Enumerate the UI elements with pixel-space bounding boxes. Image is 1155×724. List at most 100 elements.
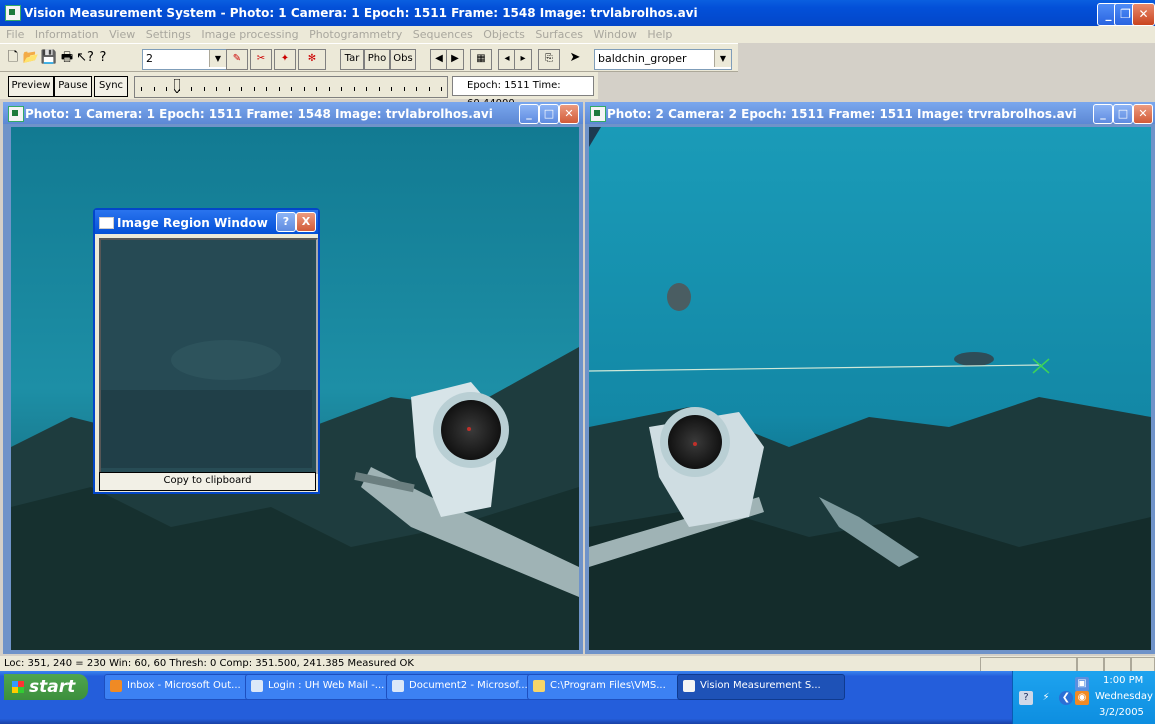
menu-settings[interactable]: Settings bbox=[146, 28, 191, 41]
grid-icon[interactable]: ▦ bbox=[470, 49, 492, 70]
close-button[interactable]: ✕ bbox=[1132, 3, 1155, 26]
taskbar: start Inbox - Microsoft Out... Login : U… bbox=[0, 671, 1155, 724]
task-label: Login : UH Web Mail -... bbox=[268, 680, 385, 691]
slider-tick bbox=[153, 87, 155, 91]
clock-date[interactable]: 3/2/2005 bbox=[1099, 707, 1144, 718]
image-region-window[interactable]: Image Region Window ? X Copy to clipboar… bbox=[93, 208, 320, 494]
measure-tool-icon[interactable]: ✂ bbox=[250, 49, 272, 70]
target-tool-icon[interactable]: ✎ bbox=[226, 49, 248, 70]
status-bar: Loc: 351, 240 = 230 Win: 60, 60 Thresh: … bbox=[0, 656, 1155, 672]
slider-tick bbox=[203, 87, 205, 91]
slider-tick bbox=[228, 87, 230, 91]
browser-icon bbox=[251, 680, 263, 692]
menu-view[interactable]: View bbox=[109, 28, 135, 41]
minimize-button[interactable]: _ bbox=[1093, 104, 1113, 124]
point-tool-icon[interactable]: ✦ bbox=[274, 49, 296, 70]
photo-1-title: Photo: 1 Camera: 1 Epoch: 1511 Frame: 15… bbox=[25, 107, 493, 121]
toolbar: 🗋 📂 💾 🖶 ↖? ? 2 ▼ ✎ ✂ ✦ ✻ Tar Pho Obs ◀ ▶… bbox=[0, 43, 738, 72]
task-label: C:\Program Files\VMS... bbox=[550, 680, 666, 691]
menu-sequences[interactable]: Sequences bbox=[413, 28, 473, 41]
save-icon[interactable]: 💾 bbox=[40, 49, 58, 67]
help-button[interactable]: ? bbox=[276, 212, 296, 232]
menu-help[interactable]: Help bbox=[647, 28, 672, 41]
outlook-tray-icon[interactable]: ◉ bbox=[1075, 691, 1089, 705]
outlook-icon bbox=[110, 680, 122, 692]
slider-tick bbox=[378, 87, 380, 91]
slider-tick bbox=[266, 87, 267, 91]
slider-tick bbox=[291, 87, 292, 91]
photo-2-title: Photo: 2 Camera: 2 Epoch: 1511 Frame: 15… bbox=[607, 107, 1077, 121]
multi-point-tool-icon[interactable]: ✻ bbox=[298, 49, 326, 70]
expand-tray-icon[interactable]: ❮ bbox=[1059, 691, 1073, 705]
clock-time[interactable]: 1:00 PM bbox=[1103, 675, 1143, 686]
tar-button[interactable]: Tar bbox=[340, 49, 364, 70]
close-button[interactable]: ✕ bbox=[1133, 104, 1153, 124]
taskbar-item-vms[interactable]: Vision Measurement S... bbox=[677, 674, 845, 700]
region-window-title-bar[interactable]: Image Region Window ? X bbox=[95, 210, 318, 234]
preview-button[interactable]: Preview bbox=[8, 76, 54, 97]
pause-button[interactable]: Pause bbox=[54, 76, 92, 97]
slider-tick bbox=[366, 87, 367, 91]
menu-window[interactable]: Window bbox=[593, 28, 636, 41]
context-help-icon[interactable]: ↖? bbox=[76, 49, 94, 67]
close-button[interactable]: ✕ bbox=[559, 104, 579, 124]
chevron-down-icon[interactable]: ▼ bbox=[209, 50, 226, 67]
obs-button[interactable]: Obs bbox=[390, 49, 416, 70]
print-icon[interactable]: 🖶 bbox=[58, 49, 76, 67]
network-icon[interactable]: ⚡ bbox=[1039, 691, 1053, 705]
camera-select[interactable]: 2 ▼ bbox=[142, 49, 227, 70]
taskbar-item-word[interactable]: Document2 - Microsof... bbox=[386, 674, 546, 700]
pho-button[interactable]: Pho bbox=[364, 49, 390, 70]
epoch-slider[interactable] bbox=[134, 76, 448, 98]
menu-image-processing[interactable]: Image processing bbox=[201, 28, 298, 41]
copy-to-clipboard-button[interactable]: Copy to clipboard bbox=[99, 472, 316, 491]
slider-tick bbox=[328, 87, 330, 91]
slider-tick bbox=[353, 87, 355, 91]
start-button[interactable]: start bbox=[4, 674, 88, 700]
close-button[interactable]: X bbox=[296, 212, 316, 232]
copy-icon[interactable]: ⎘ bbox=[538, 49, 560, 70]
sync-button[interactable]: Sync bbox=[94, 76, 128, 97]
menu-photogrammetry[interactable]: Photogrammetry bbox=[309, 28, 402, 41]
app-title-bar[interactable]: Vision Measurement System - Photo: 1 Cam… bbox=[0, 0, 1155, 26]
monitor-icon[interactable]: ▣ bbox=[1075, 677, 1089, 691]
maximize-button[interactable]: □ bbox=[539, 104, 559, 124]
minimize-button[interactable]: _ bbox=[519, 104, 539, 124]
app-icon[interactable] bbox=[5, 5, 21, 21]
slider-thumb[interactable] bbox=[173, 78, 181, 94]
slider-tick bbox=[403, 87, 405, 91]
slider-tick bbox=[441, 87, 442, 91]
slider-tick bbox=[141, 87, 142, 91]
status-panel bbox=[1131, 657, 1155, 672]
new-file-icon[interactable]: 🗋 bbox=[4, 49, 22, 67]
photo-1-title-bar[interactable]: Photo: 1 Camera: 1 Epoch: 1511 Frame: 15… bbox=[3, 102, 583, 124]
taskbar-item-webmail[interactable]: Login : UH Web Mail -... bbox=[245, 674, 405, 700]
photo-2-title-bar[interactable]: Photo: 2 Camera: 2 Epoch: 1511 Frame: 15… bbox=[585, 102, 1155, 124]
photo-2-window[interactable]: Photo: 2 Camera: 2 Epoch: 1511 Frame: 15… bbox=[585, 102, 1155, 654]
maximize-button[interactable]: □ bbox=[1113, 104, 1133, 124]
chevron-down-icon[interactable]: ▼ bbox=[714, 50, 731, 67]
window-icon bbox=[99, 217, 114, 229]
task-label: Vision Measurement S... bbox=[700, 680, 821, 691]
clock-day[interactable]: Wednesday bbox=[1095, 691, 1153, 702]
help-icon[interactable]: ? bbox=[1019, 691, 1033, 705]
slider-tick bbox=[316, 87, 317, 91]
taskbar-item-outlook[interactable]: Inbox - Microsoft Out... bbox=[104, 674, 264, 700]
app-title: Vision Measurement System - Photo: 1 Cam… bbox=[24, 6, 698, 20]
menu-objects[interactable]: Objects bbox=[483, 28, 525, 41]
species-select[interactable]: baldchin_groper ▼ bbox=[594, 49, 732, 70]
open-folder-icon[interactable]: 📂 bbox=[22, 49, 40, 67]
taskbar-item-folder[interactable]: C:\Program Files\VMS... bbox=[527, 674, 687, 700]
cursor-icon[interactable]: ➤ bbox=[566, 49, 584, 67]
slider-tick bbox=[166, 87, 167, 91]
start-label: start bbox=[29, 677, 76, 697]
step-forward-icon[interactable]: ▸ bbox=[514, 49, 532, 70]
slider-tick bbox=[303, 87, 305, 91]
photo-2-image[interactable] bbox=[589, 127, 1151, 650]
menu-surfaces[interactable]: Surfaces bbox=[535, 28, 583, 41]
region-preview-image bbox=[99, 238, 318, 474]
next-icon[interactable]: ▶ bbox=[446, 49, 464, 70]
help-icon[interactable]: ? bbox=[94, 49, 112, 67]
menu-file[interactable]: File bbox=[6, 28, 24, 41]
menu-information[interactable]: Information bbox=[35, 28, 99, 41]
